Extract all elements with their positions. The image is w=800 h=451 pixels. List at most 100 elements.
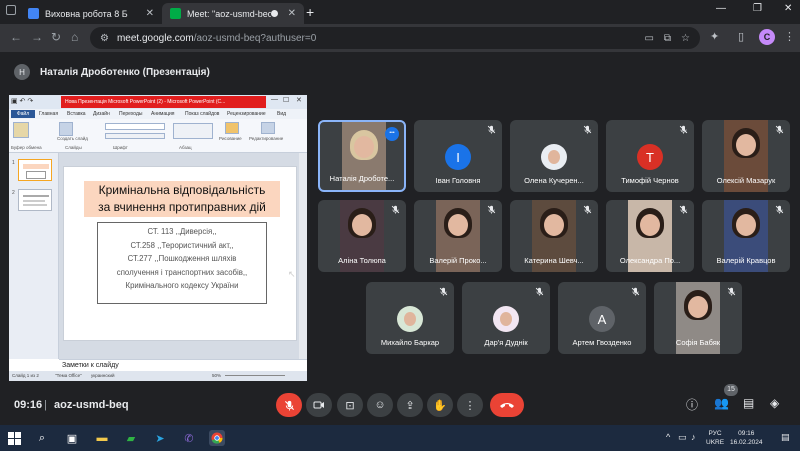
participant-tile[interactable]: Софія Бабяк	[654, 282, 742, 354]
participant-tile[interactable]: Олексій Мазарук	[702, 120, 790, 192]
participant-photo	[493, 306, 519, 332]
participant-tile[interactable]: Аліна Толюпа	[318, 200, 406, 272]
participant-tile[interactable]: Олександра По...	[606, 200, 694, 272]
participant-face	[736, 214, 756, 236]
restore-icon[interactable]: ❐	[753, 3, 762, 14]
ppt-notes-pane: Заметки к слайду	[59, 359, 307, 371]
participant-tile[interactable]: Дар'я Дуднік	[462, 282, 550, 354]
mic-muted-icon	[775, 205, 784, 216]
ppt-tab-transitions: Переходы	[119, 111, 143, 117]
back-icon[interactable]: ←	[10, 30, 22, 44]
more-options-button[interactable]: ⋮	[457, 393, 483, 417]
store-app-icon[interactable]: ▰	[123, 430, 139, 446]
chrome-taskbar-icon[interactable]	[209, 430, 225, 446]
classroom-favicon-icon	[28, 8, 39, 19]
side-panel-icon[interactable]: ▯	[738, 30, 744, 43]
tab-meet[interactable]: Meet: "aoz-usmd-beq" ✕	[162, 3, 304, 24]
captions-icon: ⊡	[345, 399, 355, 412]
participant-tile[interactable]: Валерій Кравцов	[702, 200, 790, 272]
participant-tile[interactable]: Олена Кучерен...	[510, 120, 598, 192]
slide-title-line: за вчинення протиправних дій	[98, 200, 266, 214]
tray-chevron-icon[interactable]: ^	[666, 432, 670, 442]
system-clock[interactable]: 09:16 16.02.2024	[730, 429, 763, 447]
open-in-new-icon[interactable]: ⧉	[664, 33, 671, 44]
participant-tile[interactable]: А Артем Гвозденко	[558, 282, 646, 354]
input-language[interactable]: РУС UKRE	[706, 429, 724, 447]
participant-face	[500, 312, 512, 326]
participant-tile[interactable]: Т Тимофій Чернов	[606, 120, 694, 192]
participant-photo	[397, 306, 423, 332]
home-icon[interactable]: ⌂	[71, 30, 78, 44]
microphone-toggle-button[interactable]	[276, 393, 302, 417]
mic-muted-icon	[439, 287, 448, 298]
participant-name: Тимофій Чернов	[621, 176, 679, 185]
slide-canvas: Кримінальна відповідальність за вчинення…	[59, 153, 307, 359]
slide-body-line: Кримінального кодексу України	[125, 281, 239, 290]
people-icon[interactable]: 👥	[714, 396, 729, 410]
participant-tile[interactable]: І Іван Головня	[414, 120, 502, 192]
participant-initial-avatar: І	[445, 144, 471, 170]
volume-icon[interactable]: ♪	[691, 432, 696, 442]
close-tab-icon[interactable]: ✕	[288, 8, 296, 19]
meeting-details-icon[interactable]: ⓘ	[686, 396, 698, 413]
screen: Виховна робота 8 Б ✕ Meet: "aoz-usmd-beq…	[0, 0, 800, 451]
close-tab-icon[interactable]: ✕	[146, 8, 154, 19]
profile-avatar[interactable]: C	[759, 29, 775, 45]
slide-body-line: СТ.277 ,,Пошкодження шляхів	[127, 254, 237, 263]
browser-menu-icon[interactable]: ⋮	[784, 30, 795, 43]
search-icon[interactable]: ⌕	[34, 430, 50, 446]
bookmark-star-icon[interactable]: ☆	[681, 33, 690, 44]
camera-icon	[313, 401, 324, 409]
notifications-icon[interactable]: ▤	[781, 432, 790, 443]
new-tab-button[interactable]: +	[306, 4, 314, 20]
tile-more-options-icon[interactable]: •••	[385, 127, 399, 141]
status-theme: "Тема Office"	[55, 373, 82, 378]
extensions-icon[interactable]: ✦	[710, 30, 719, 43]
tab-vykhovna-robota[interactable]: Виховна робота 8 Б ✕	[20, 3, 162, 24]
tab-search-icon[interactable]	[6, 5, 16, 15]
mouse-cursor-icon: ↖	[288, 269, 296, 279]
participant-tile[interactable]: Михайло Баркар	[366, 282, 454, 354]
viber-icon[interactable]: ✆	[181, 430, 197, 446]
network-icon[interactable]: ▭	[678, 432, 687, 443]
reactions-button[interactable]: ☺	[367, 393, 393, 417]
address-bar[interactable]: ⚙ meet.google.com/aoz-usmd-beq?authuser=…	[90, 27, 700, 49]
mic-muted-icon	[679, 205, 688, 216]
shared-screen-powerpoint[interactable]: ▣ ↶ ↷ Нова Презентація Microsoft PowerPo…	[9, 95, 307, 381]
new-slide-icon	[59, 122, 73, 136]
raise-hand-button[interactable]: ✋	[427, 393, 453, 417]
captions-button[interactable]: ⊡	[337, 393, 363, 417]
activities-icon[interactable]: ◈	[770, 396, 779, 410]
reload-icon[interactable]: ↻	[51, 30, 61, 44]
task-view-icon[interactable]: ▣	[64, 430, 80, 446]
chat-icon[interactable]: ▤	[743, 396, 754, 410]
camera-status-icon[interactable]: ▭	[644, 33, 653, 44]
file-explorer-icon[interactable]: ▬	[94, 430, 110, 446]
windows-start-icon[interactable]	[6, 430, 22, 446]
participant-tile[interactable]: Валерій Проко...	[414, 200, 502, 272]
browser-tab-strip: Виховна робота 8 Б ✕ Meet: "aoz-usmd-beq…	[0, 0, 800, 24]
forward-icon[interactable]: →	[31, 30, 43, 44]
participant-face	[548, 150, 560, 164]
camera-toggle-button[interactable]	[306, 393, 332, 417]
minimize-icon[interactable]: —	[716, 3, 726, 14]
close-window-icon[interactable]: ✕	[784, 3, 792, 14]
more-vert-icon: ⋮	[464, 399, 476, 412]
participant-face	[448, 214, 468, 236]
site-info-icon[interactable]: ⚙	[100, 33, 109, 44]
participant-name: Артем Гвозденко	[572, 338, 632, 347]
meet-stage: Н Наталія Дроботенко (Презентація) ▣ ↶ ↷…	[0, 52, 800, 425]
participant-tile[interactable]: Катерина Шевч...	[510, 200, 598, 272]
participant-initial-avatar: А	[589, 306, 615, 332]
participant-name: Михайло Баркар	[380, 338, 440, 347]
recording-dot-icon	[270, 10, 278, 17]
telegram-icon[interactable]: ➤	[152, 430, 168, 446]
shapes-icon	[225, 122, 239, 134]
participant-photo	[541, 144, 567, 170]
presenter-name: Наталія Дроботенко (Презентація)	[40, 66, 210, 78]
participant-tile[interactable]: ••• Наталія Дроботе...	[318, 120, 406, 192]
group-drawing: Рисование	[219, 136, 242, 141]
present-button[interactable]: ⇪	[397, 393, 423, 417]
participant-name: Олексій Мазарук	[716, 176, 776, 185]
leave-call-button[interactable]	[490, 393, 524, 417]
